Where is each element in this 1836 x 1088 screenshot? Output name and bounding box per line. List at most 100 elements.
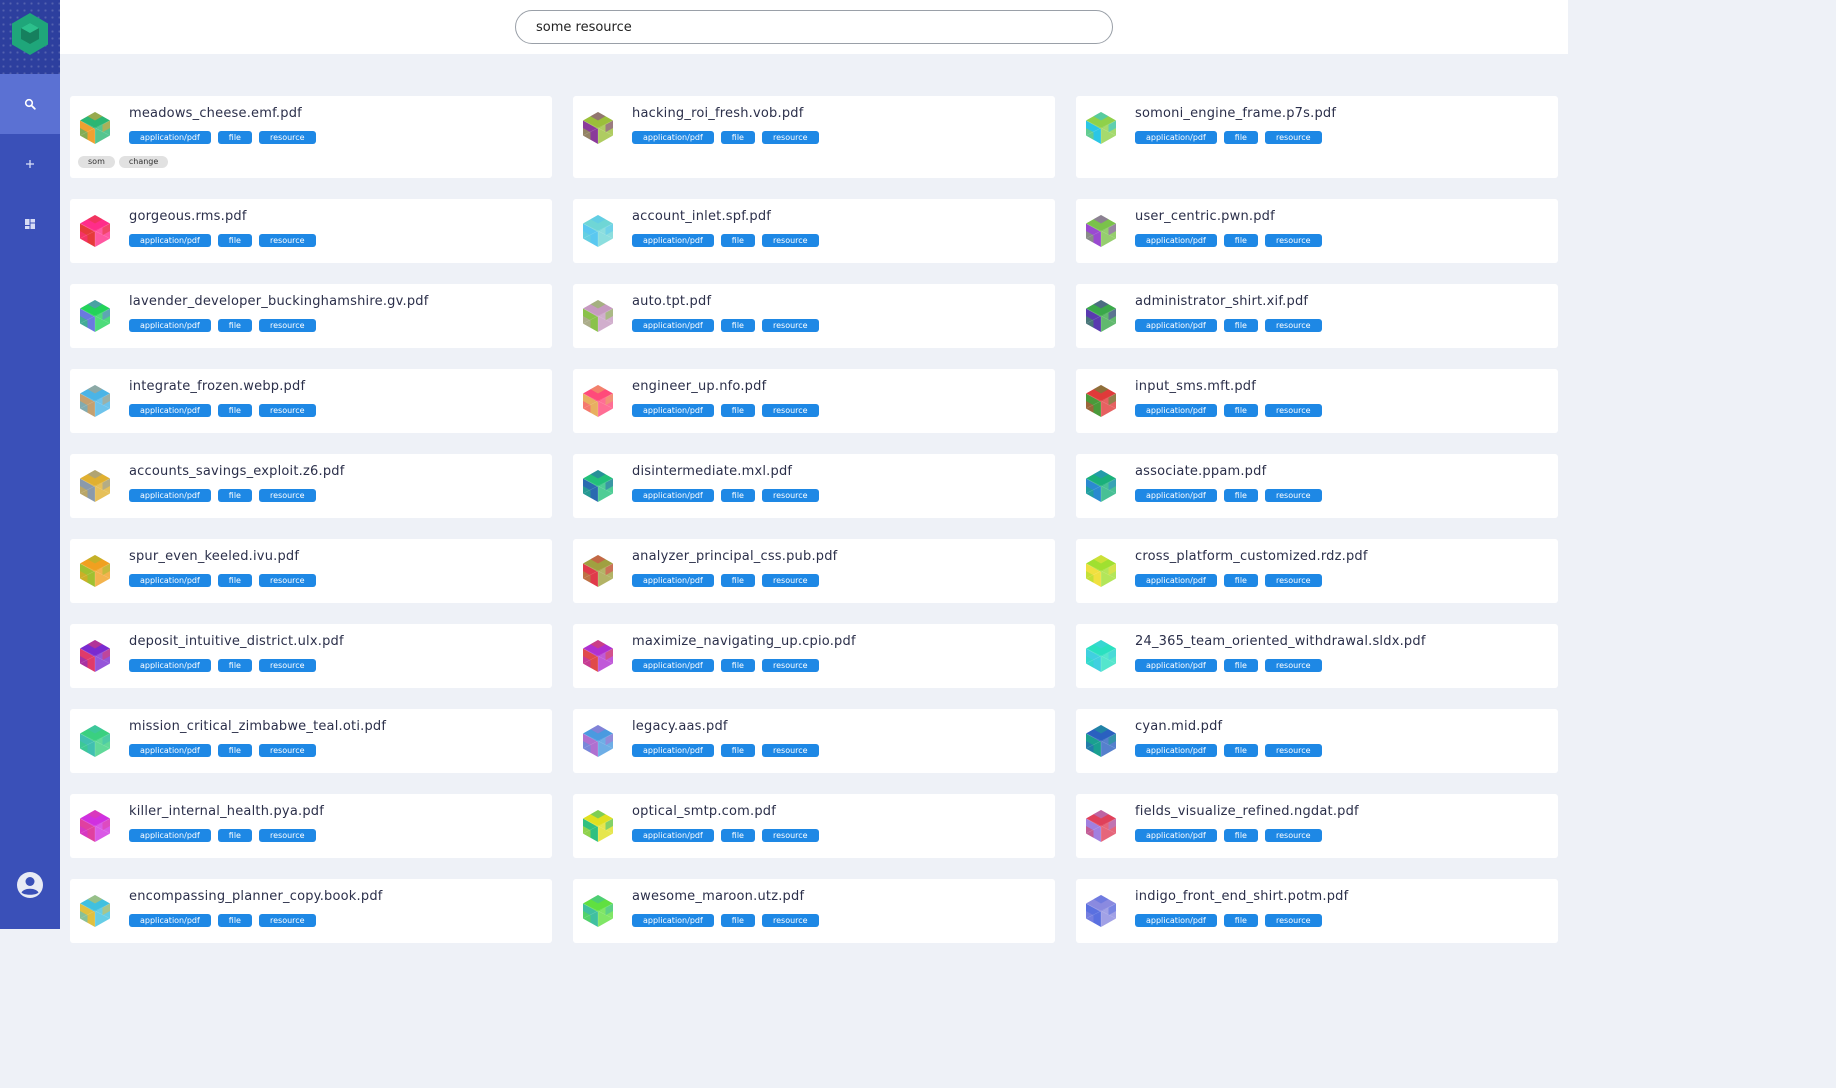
chip-mime-type[interactable]: application/pdf: [632, 574, 714, 587]
resource-card[interactable]: killer_internal_health.pya.pdf applicati…: [70, 794, 552, 858]
chip-resource[interactable]: resource: [258, 319, 316, 332]
chip-kind[interactable]: file: [217, 234, 252, 247]
chip-mime-type[interactable]: application/pdf: [632, 829, 714, 842]
resource-title[interactable]: 24_365_team_oriented_withdrawal.sldx.pdf: [1135, 634, 1426, 649]
chip-kind[interactable]: file: [1223, 744, 1258, 757]
chip-resource[interactable]: resource: [1264, 829, 1322, 842]
chip-resource[interactable]: resource: [258, 744, 316, 757]
chip-kind[interactable]: file: [1223, 659, 1258, 672]
chip-kind[interactable]: file: [1223, 404, 1258, 417]
chip-mime-type[interactable]: application/pdf: [129, 659, 211, 672]
chip-mime-type[interactable]: application/pdf: [129, 489, 211, 502]
resource-title[interactable]: gorgeous.rms.pdf: [129, 209, 247, 224]
chip-resource[interactable]: resource: [761, 574, 819, 587]
resource-card[interactable]: spur_even_keeled.ivu.pdf application/pdf…: [70, 539, 552, 603]
chip-mime-type[interactable]: application/pdf: [632, 234, 714, 247]
resource-card[interactable]: encompassing_planner_copy.book.pdf appli…: [70, 879, 552, 943]
chip-mime-type[interactable]: application/pdf: [1135, 131, 1217, 144]
resource-title[interactable]: disintermediate.mxl.pdf: [632, 464, 792, 479]
chip-resource[interactable]: resource: [761, 234, 819, 247]
chip-kind[interactable]: file: [217, 829, 252, 842]
resource-title[interactable]: hacking_roi_fresh.vob.pdf: [632, 106, 804, 121]
resource-title[interactable]: meadows_cheese.emf.pdf: [129, 106, 302, 121]
resource-card[interactable]: hacking_roi_fresh.vob.pdf application/pd…: [573, 96, 1055, 178]
chip-mime-type[interactable]: application/pdf: [1135, 404, 1217, 417]
chip-kind[interactable]: file: [217, 131, 252, 144]
app-logo-icon[interactable]: [10, 12, 50, 56]
nav-search-button[interactable]: [0, 74, 60, 134]
resource-card[interactable]: somoni_engine_frame.p7s.pdf application/…: [1076, 96, 1558, 178]
resource-title[interactable]: spur_even_keeled.ivu.pdf: [129, 549, 299, 564]
chip-kind[interactable]: file: [217, 574, 252, 587]
label-tag[interactable]: change: [118, 156, 169, 168]
resource-card[interactable]: account_inlet.spf.pdf application/pdf fil…: [573, 199, 1055, 263]
chip-resource[interactable]: resource: [761, 404, 819, 417]
resource-title[interactable]: encompassing_planner_copy.book.pdf: [129, 889, 383, 904]
chip-kind[interactable]: file: [720, 659, 755, 672]
chip-kind[interactable]: file: [720, 489, 755, 502]
chip-kind[interactable]: file: [217, 319, 252, 332]
chip-kind[interactable]: file: [1223, 574, 1258, 587]
chip-mime-type[interactable]: application/pdf: [632, 131, 714, 144]
resource-title[interactable]: administrator_shirt.xif.pdf: [1135, 294, 1308, 309]
chip-resource[interactable]: resource: [258, 914, 316, 927]
chip-mime-type[interactable]: application/pdf: [129, 744, 211, 757]
chip-kind[interactable]: file: [217, 744, 252, 757]
resource-card[interactable]: deposit_intuitive_district.ulx.pdf appli…: [70, 624, 552, 688]
chip-kind[interactable]: file: [1223, 829, 1258, 842]
resource-card[interactable]: fields_visualize_refined.ngdat.pdf appli…: [1076, 794, 1558, 858]
chip-mime-type[interactable]: application/pdf: [1135, 234, 1217, 247]
chip-kind[interactable]: file: [217, 404, 252, 417]
chip-resource[interactable]: resource: [258, 829, 316, 842]
resource-card[interactable]: accounts_savings_exploit.z6.pdf applicat…: [70, 454, 552, 518]
resource-title[interactable]: maximize_navigating_up.cpio.pdf: [632, 634, 856, 649]
chip-resource[interactable]: resource: [1264, 744, 1322, 757]
chip-resource[interactable]: resource: [258, 404, 316, 417]
chip-resource[interactable]: resource: [1264, 489, 1322, 502]
resource-title[interactable]: auto.tpt.pdf: [632, 294, 711, 309]
chip-kind[interactable]: file: [720, 234, 755, 247]
chip-kind[interactable]: file: [1223, 234, 1258, 247]
chip-mime-type[interactable]: application/pdf: [129, 319, 211, 332]
resource-title[interactable]: fields_visualize_refined.ngdat.pdf: [1135, 804, 1359, 819]
resource-title[interactable]: analyzer_principal_css.pub.pdf: [632, 549, 837, 564]
chip-resource[interactable]: resource: [1264, 914, 1322, 927]
chip-mime-type[interactable]: application/pdf: [632, 404, 714, 417]
resource-card[interactable]: awesome_maroon.utz.pdf application/pdf fi…: [573, 879, 1055, 943]
resource-title[interactable]: cyan.mid.pdf: [1135, 719, 1222, 734]
chip-resource[interactable]: resource: [258, 489, 316, 502]
resource-card[interactable]: mission_critical_zimbabwe_teal.oti.pdf a…: [70, 709, 552, 773]
chip-mime-type[interactable]: application/pdf: [1135, 574, 1217, 587]
chip-resource[interactable]: resource: [1264, 659, 1322, 672]
chip-resource[interactable]: resource: [761, 659, 819, 672]
chip-mime-type[interactable]: application/pdf: [632, 489, 714, 502]
chip-kind[interactable]: file: [720, 404, 755, 417]
resource-card[interactable]: auto.tpt.pdf application/pdf file resource: [573, 284, 1055, 348]
chip-mime-type[interactable]: application/pdf: [1135, 319, 1217, 332]
chip-resource[interactable]: resource: [761, 914, 819, 927]
chip-mime-type[interactable]: application/pdf: [129, 829, 211, 842]
chip-resource[interactable]: resource: [761, 319, 819, 332]
resource-title[interactable]: killer_internal_health.pya.pdf: [129, 804, 324, 819]
chip-mime-type[interactable]: application/pdf: [1135, 914, 1217, 927]
chip-mime-type[interactable]: application/pdf: [1135, 489, 1217, 502]
chip-resource[interactable]: resource: [1264, 574, 1322, 587]
resource-card[interactable]: disintermediate.mxl.pdf application/pdf f…: [573, 454, 1055, 518]
chip-kind[interactable]: file: [1223, 319, 1258, 332]
resource-card[interactable]: user_centric.pwn.pdf application/pdf file…: [1076, 199, 1558, 263]
chip-resource[interactable]: resource: [258, 659, 316, 672]
chip-kind[interactable]: file: [720, 131, 755, 144]
chip-mime-type[interactable]: application/pdf: [632, 744, 714, 757]
resource-card[interactable]: maximize_navigating_up.cpio.pdf applicat…: [573, 624, 1055, 688]
resource-title[interactable]: input_sms.mft.pdf: [1135, 379, 1256, 394]
resource-title[interactable]: integrate_frozen.webp.pdf: [129, 379, 305, 394]
resource-card[interactable]: associate.ppam.pdf application/pdf file re…: [1076, 454, 1558, 518]
chip-resource[interactable]: resource: [761, 489, 819, 502]
chip-resource[interactable]: resource: [761, 829, 819, 842]
resource-title[interactable]: legacy.aas.pdf: [632, 719, 728, 734]
chip-kind[interactable]: file: [1223, 489, 1258, 502]
account-circle-icon[interactable]: [16, 871, 44, 899]
resource-title[interactable]: account_inlet.spf.pdf: [632, 209, 771, 224]
chip-mime-type[interactable]: application/pdf: [129, 404, 211, 417]
chip-resource[interactable]: resource: [761, 131, 819, 144]
